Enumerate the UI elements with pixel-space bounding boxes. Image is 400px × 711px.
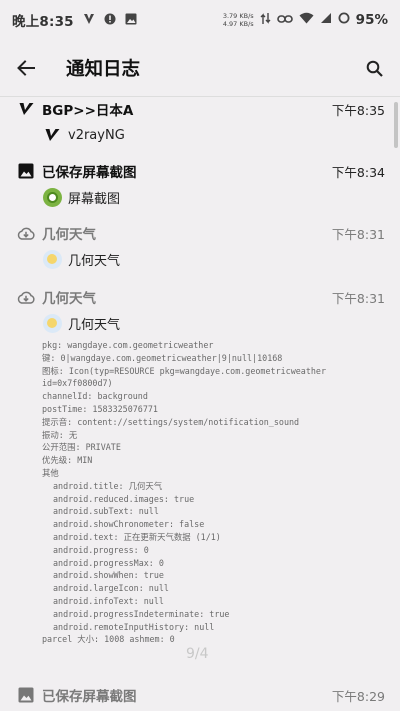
detail-line: android.title: 几何天气 xyxy=(53,480,163,491)
entry-app-name: 已保存屏幕截图 xyxy=(42,165,137,181)
detail-line: 图标: Icon(typ=RESOURCE pkg=wangdaye.com.g… xyxy=(42,365,326,376)
entry-sub-app: 屏幕截图 xyxy=(68,191,121,207)
arrow-left-icon xyxy=(17,60,35,76)
image-icon xyxy=(15,160,37,182)
page-title: 通知日志 xyxy=(66,59,141,80)
entry-time: 下午8:34 xyxy=(331,164,385,180)
detail-line: android.progress: 0 xyxy=(53,544,149,555)
entry-app-name: 几何天气 xyxy=(42,227,96,243)
detail-line: channelId: background xyxy=(42,391,148,402)
page-indicator: 9/4 xyxy=(186,646,209,662)
detail-line: parcel 大小: 1008 ashmem: 0 xyxy=(42,634,175,645)
alert-circle-icon xyxy=(104,13,116,28)
app-bar: 通知日志 xyxy=(0,40,400,97)
signal-icon xyxy=(320,12,332,28)
back-button[interactable] xyxy=(0,40,52,96)
entry-time: 下午8:35 xyxy=(331,102,385,118)
list-item[interactable]: 几何天气 下午8:31 几何天气 xyxy=(0,221,400,271)
list-item[interactable]: 已保存屏幕截图 下午8:34 屏幕截图 xyxy=(0,159,400,209)
notification-log-list: BGP>>日本A 下午8:35 v2rayNG 已保存屏幕截图 下午8:34 屏… xyxy=(0,97,400,711)
detail-line: id=0x7f0800d7) xyxy=(42,378,113,389)
cloud-download-icon xyxy=(15,222,37,244)
notification-details: pkg: wangdaye.com.geometricweather 键: 0|… xyxy=(0,339,400,646)
detail-line: android.infoText: null xyxy=(53,595,164,606)
v2ray-icon xyxy=(15,98,37,120)
entry-sub-app: 几何天气 xyxy=(68,317,121,333)
detail-line: 振动: 无 xyxy=(42,429,78,440)
data-transfer-icon xyxy=(260,12,271,29)
v2ray-app-icon xyxy=(42,125,62,145)
link-icon xyxy=(276,12,293,28)
list-item[interactable]: 已保存屏幕截图 下午8:29 xyxy=(0,683,400,707)
entry-sub-app: 几何天气 xyxy=(68,253,121,269)
list-item-expanded[interactable]: 几何天气 下午8:31 几何天气 pkg: wangdaye.com.geome… xyxy=(0,285,400,646)
detail-line: android.showChronometer: false xyxy=(53,519,205,530)
image-status-icon xyxy=(125,13,137,28)
detail-line: 其他 xyxy=(42,467,59,478)
detail-line: android.remoteInputHistory: null xyxy=(53,621,215,632)
battery-icon xyxy=(338,12,350,28)
v2ray-status-icon xyxy=(83,13,95,28)
detail-line: 提示音: content://settings/system/notificat… xyxy=(42,416,300,427)
weather-app-icon xyxy=(42,313,62,333)
speed-up: 3.79 KB/s xyxy=(222,12,254,20)
entry-app-name: BGP>>日本A xyxy=(42,103,134,119)
network-speed: 3.79 KB/s 4.97 KB/s xyxy=(223,12,254,28)
entry-time: 下午8:31 xyxy=(331,290,385,306)
battery-percent: 95% xyxy=(355,12,388,28)
list-item[interactable]: BGP>>日本A 下午8:35 v2rayNG xyxy=(0,97,400,147)
entry-time: 下午8:29 xyxy=(331,688,385,704)
speed-down: 4.97 KB/s xyxy=(222,20,254,28)
status-time: 晚上8:35 xyxy=(12,14,74,30)
detail-line: android.largeIcon: null xyxy=(53,583,169,594)
weather-app-icon xyxy=(42,249,62,269)
detail-line: 键: 0|wangdaye.com.geometricweather|9|nul… xyxy=(42,352,283,363)
entry-app-name: 几何天气 xyxy=(42,291,96,307)
search-icon xyxy=(366,60,383,77)
cloud-download-icon xyxy=(15,286,37,308)
entry-time: 下午8:31 xyxy=(331,226,385,242)
screenshot-app-icon xyxy=(42,187,62,207)
detail-line: android.progressIndeterminate: true xyxy=(53,608,230,619)
image-icon xyxy=(15,684,37,706)
detail-line: android.progressMax: 0 xyxy=(53,557,164,568)
detail-line: 公开范围: PRIVATE xyxy=(42,442,121,453)
detail-line: android.showWhen: true xyxy=(53,570,164,581)
detail-line: postTime: 1583325076771 xyxy=(42,403,158,414)
status-bar: 晚上8:35 3.79 KB/s 4.97 KB/s 95% xyxy=(0,0,400,40)
detail-line: pkg: wangdaye.com.geometricweather xyxy=(42,340,214,350)
entry-app-name: 已保存屏幕截图 xyxy=(42,689,137,705)
search-button[interactable] xyxy=(348,40,400,96)
entry-sub-app: v2rayNG xyxy=(68,127,125,143)
detail-line: android.subText: null xyxy=(53,506,159,517)
detail-line: android.reduced.images: true xyxy=(53,493,195,504)
wifi-icon xyxy=(299,12,314,28)
detail-line: 优先级: MIN xyxy=(42,455,93,466)
detail-line: android.text: 正在更新天气数据 (1/1) xyxy=(53,531,221,542)
